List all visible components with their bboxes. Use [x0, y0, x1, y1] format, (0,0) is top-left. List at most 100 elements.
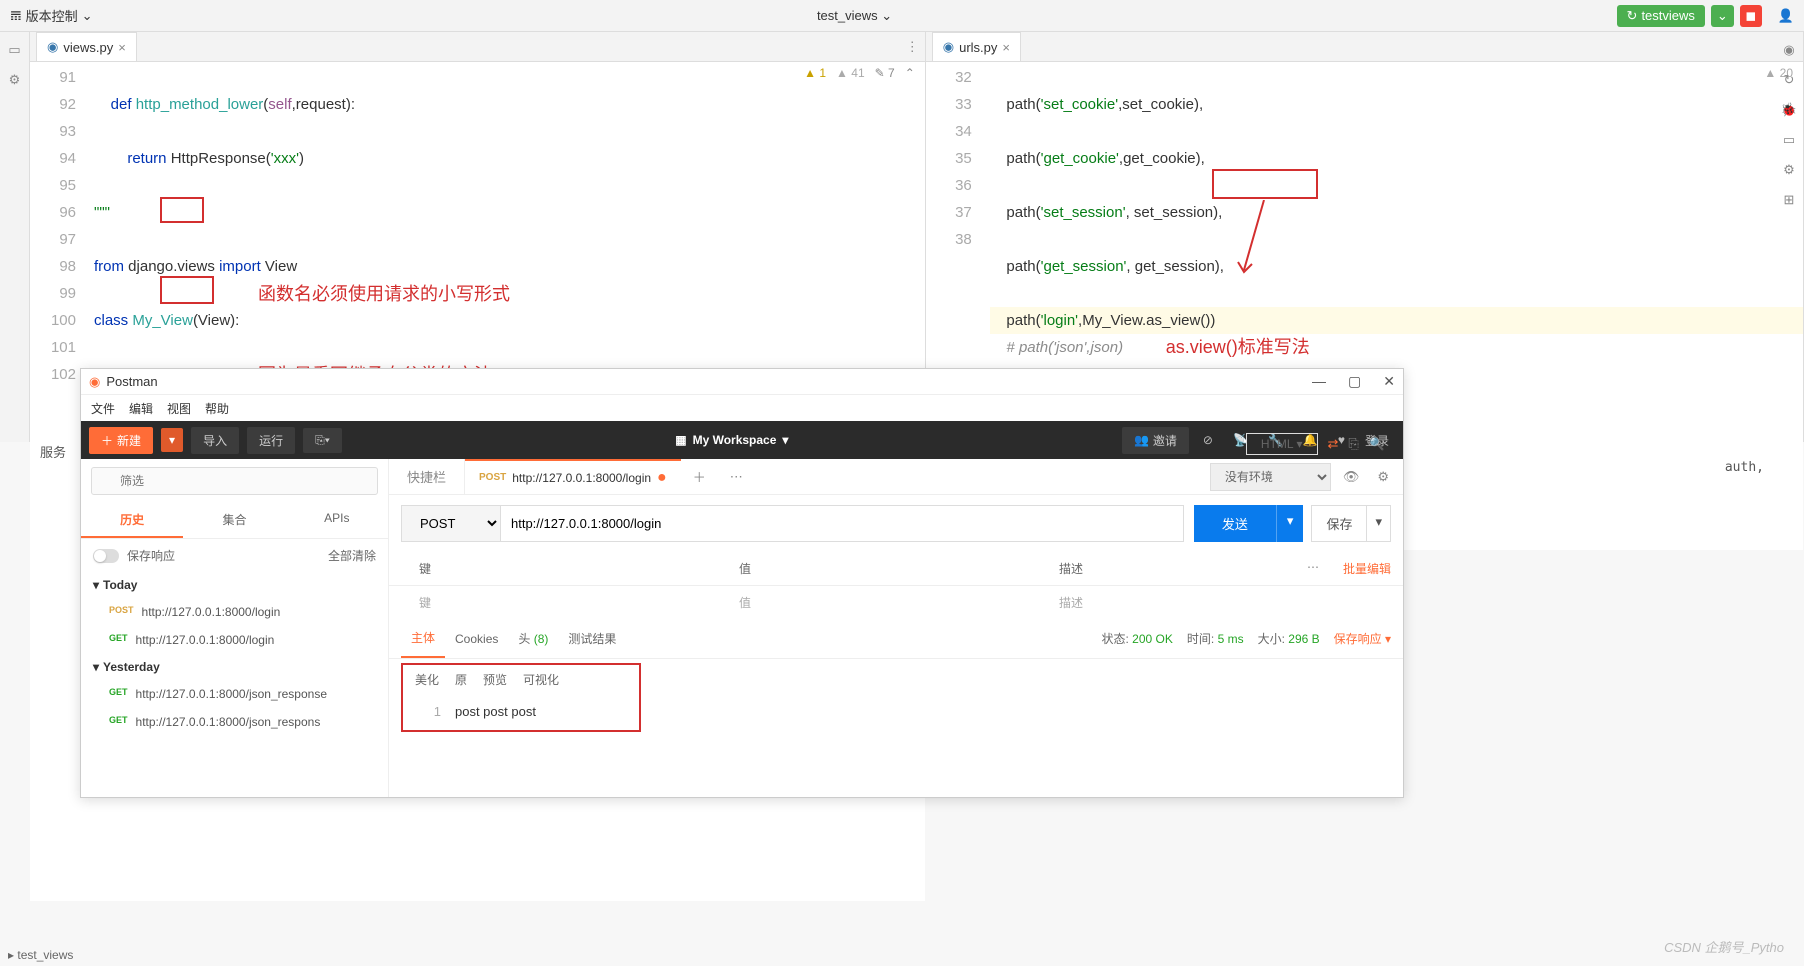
environment-selector[interactable]: 没有环境	[1210, 463, 1331, 491]
bg-snippet: auth,	[1725, 460, 1764, 475]
raw-button[interactable]: 原	[455, 671, 467, 688]
services-label[interactable]: 服务	[40, 442, 66, 461]
history-item[interactable]: POSThttp://127.0.0.1:8000/login	[81, 598, 388, 626]
sidebar-tab-collections[interactable]: 集合	[183, 503, 285, 538]
vcs-dropdown[interactable]: 𝌎 版本控制 ⌄	[10, 6, 93, 25]
format-selector[interactable]: HTML ▾	[1246, 433, 1318, 455]
plus-icon: ＋	[101, 432, 113, 449]
capture-button[interactable]: ⎘▾	[303, 428, 342, 453]
status-label: 状态: 200 OK	[1101, 630, 1172, 647]
tab-label: urls.py	[959, 40, 997, 55]
watermark: CSDN 企鹅号_Pytho	[1664, 937, 1784, 956]
response-tab-cookies[interactable]: Cookies	[445, 622, 508, 656]
params-menu-icon[interactable]: ⋯	[1295, 552, 1331, 585]
close-icon[interactable]: ×	[118, 40, 126, 55]
tab-views-py[interactable]: ◉ views.py ×	[36, 32, 137, 61]
send-button[interactable]: 发送	[1194, 505, 1276, 542]
chevron-down-icon: ⌄	[82, 8, 93, 24]
layout-icon[interactable]: ⊞	[1784, 192, 1795, 208]
notifications-icon[interactable]: ◉	[1783, 42, 1794, 58]
history-group-yesterday[interactable]: ▾Yesterday	[81, 654, 388, 680]
menu-file[interactable]: 文件	[91, 400, 115, 417]
history-item[interactable]: GEThttp://127.0.0.1:8000/login	[81, 626, 388, 654]
history-group-today[interactable]: ▾Today	[81, 572, 388, 598]
param-key-input[interactable]: 键	[389, 586, 709, 619]
save-dropdown[interactable]: ▾	[1367, 505, 1391, 542]
minimize-icon[interactable]: —	[1312, 373, 1326, 390]
response-tab-body[interactable]: 主体	[401, 619, 445, 658]
vcs-label: 版本控制	[26, 6, 78, 25]
save-response-toggle[interactable]	[93, 549, 119, 563]
annotation-box-post	[160, 276, 214, 304]
history-item[interactable]: GEThttp://127.0.0.1:8000/json_respons	[81, 708, 388, 736]
status-file[interactable]: ▸ test_views	[8, 948, 73, 962]
save-button[interactable]: 保存	[1311, 505, 1367, 542]
copy-icon[interactable]: ⎘	[1348, 436, 1358, 452]
refresh-icon[interactable]: ↻	[1784, 72, 1795, 88]
history-item[interactable]: GEThttp://127.0.0.1:8000/json_response	[81, 680, 388, 708]
new-button[interactable]: ＋新建	[89, 427, 153, 454]
postman-logo-icon: ◉	[89, 374, 100, 390]
gear-icon[interactable]: ⚙	[1371, 469, 1395, 485]
stop-button[interactable]: ◼	[1740, 5, 1762, 27]
pretty-button[interactable]: 美化	[415, 671, 439, 688]
structure-icon[interactable]: ⚙	[9, 72, 21, 88]
send-dropdown[interactable]: ▾	[1276, 505, 1304, 542]
menu-bar: 文件 编辑 视图 帮助	[81, 395, 1403, 421]
import-button[interactable]: 导入	[191, 427, 239, 454]
debug-icon[interactable]: 🐞	[1781, 102, 1797, 118]
param-desc-input[interactable]: 描述	[1029, 586, 1403, 619]
menu-help[interactable]: 帮助	[205, 400, 229, 417]
menu-view[interactable]: 视图	[167, 400, 191, 417]
close-icon[interactable]: ✕	[1383, 373, 1395, 390]
url-input[interactable]	[501, 505, 1184, 542]
close-icon[interactable]: ×	[1002, 40, 1010, 55]
python-icon: ◉	[943, 39, 954, 55]
clear-all-button[interactable]: 全部清除	[328, 547, 376, 564]
python-icon: ◉	[47, 39, 58, 55]
run-button[interactable]: ↻ testviews	[1617, 5, 1705, 27]
workspace-selector[interactable]: ▦ My Workspace ▾	[675, 433, 788, 447]
sync-icon[interactable]: ⊘	[1197, 433, 1219, 447]
quickbar[interactable]: 快捷栏	[389, 459, 465, 494]
gear-icon[interactable]: ⚙	[1783, 162, 1795, 178]
time-label: 时间: 5 ms	[1187, 630, 1244, 647]
user-icon[interactable]: 👤	[1778, 8, 1794, 24]
project-icon[interactable]: ▭	[8, 42, 20, 58]
tab-urls-py[interactable]: ◉ urls.py ×	[932, 32, 1021, 61]
box-icon[interactable]: ▭	[1783, 132, 1795, 148]
search-icon[interactable]: 🔍	[1369, 436, 1385, 452]
preview-button[interactable]: 预览	[483, 671, 507, 688]
run-config-selector[interactable]: test_views ⌄	[93, 8, 1617, 24]
grid-icon: ▦	[675, 433, 686, 447]
tab-menu-icon[interactable]: ⋯	[718, 469, 755, 485]
visualize-button[interactable]: 可视化	[523, 671, 559, 688]
params-col-key: 键	[389, 552, 709, 585]
menu-edit[interactable]: 编辑	[129, 400, 153, 417]
wrap-icon[interactable]: ⇄	[1328, 436, 1339, 452]
response-tab-headers[interactable]: 头 (8)	[508, 620, 558, 657]
branch-icon: 𝌎	[10, 8, 22, 24]
sidebar-tab-apis[interactable]: APIs	[286, 503, 388, 538]
window-title: Postman	[106, 374, 157, 389]
bulk-edit-button[interactable]: 批量编辑	[1331, 552, 1403, 585]
tab-overflow-icon[interactable]: ⋮	[906, 39, 919, 55]
eye-icon[interactable]: 👁	[1337, 469, 1366, 485]
run-dropdown[interactable]: ⌄	[1711, 5, 1734, 27]
response-tab-tests[interactable]: 测试结果	[558, 620, 626, 657]
size-label: 大小: 296 B	[1258, 630, 1320, 647]
new-dropdown[interactable]: ▾	[161, 428, 183, 452]
invite-button[interactable]: 👥邀请	[1122, 427, 1189, 454]
sidebar-tab-history[interactable]: 历史	[81, 503, 183, 538]
postman-window: ◉ Postman — ▢ ✕ 文件 编辑 视图 帮助 ＋新建 ▾ 导入 运行 …	[80, 368, 1404, 798]
runner-button[interactable]: 运行	[247, 427, 295, 454]
request-tab[interactable]: POST http://127.0.0.1:8000/login ●	[465, 459, 681, 494]
filter-input[interactable]	[91, 467, 378, 495]
add-tab-button[interactable]: ＋	[681, 467, 718, 486]
save-response-button[interactable]: 保存响应 ▾	[1334, 630, 1391, 647]
maximize-icon[interactable]: ▢	[1348, 373, 1361, 390]
param-value-input[interactable]: 值	[709, 586, 1029, 619]
response-line-number: 1	[411, 704, 441, 719]
method-selector[interactable]: POST	[401, 505, 501, 542]
people-icon: 👥	[1134, 433, 1149, 447]
